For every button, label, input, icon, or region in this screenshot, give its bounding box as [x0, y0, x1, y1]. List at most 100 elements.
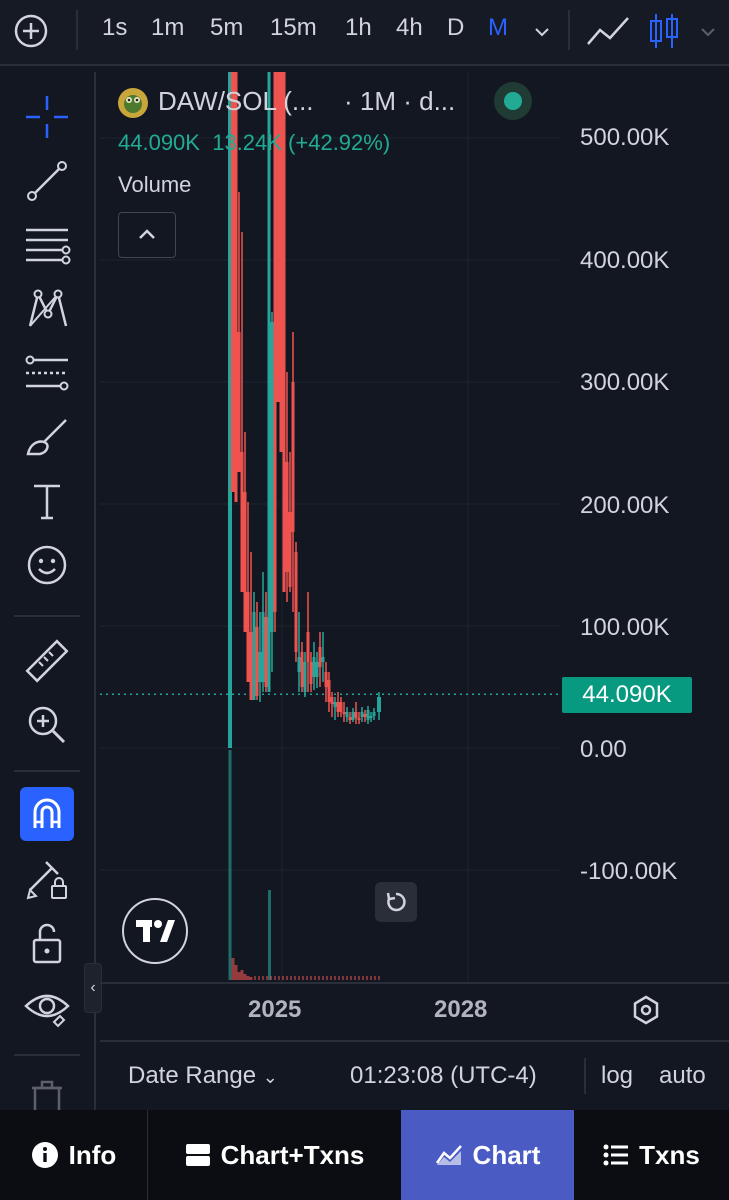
footer-divider — [584, 1058, 586, 1094]
tradingview-logo[interactable] — [122, 898, 188, 964]
legend-price: 44.090K — [118, 130, 200, 155]
volume-bar — [294, 976, 296, 980]
status-dot-icon — [504, 92, 522, 110]
date-range-button[interactable]: Date Range ⌄ — [128, 1062, 278, 1090]
toolbar-divider — [14, 615, 80, 617]
settings-icon[interactable] — [630, 994, 662, 1026]
candlestick-icon[interactable] — [648, 12, 680, 50]
eye-icon[interactable] — [22, 982, 72, 1032]
line-chart-icon[interactable] — [586, 14, 630, 48]
price-axis-label: 200.00K — [580, 492, 670, 519]
volume-bar — [234, 965, 238, 980]
tab-info[interactable]: Info — [0, 1110, 147, 1200]
fib-icon[interactable] — [22, 348, 72, 398]
tab-info-label: Info — [68, 1139, 117, 1170]
collapse-legend-button[interactable] — [118, 212, 176, 258]
interval-d[interactable]: D — [447, 14, 464, 42]
ruler-icon[interactable] — [22, 636, 72, 686]
emoji-icon[interactable] — [22, 540, 72, 590]
tab-chart-txns[interactable]: Chart+Txns — [148, 1110, 401, 1200]
candle-body — [321, 657, 325, 662]
interval-5m[interactable]: 5m — [210, 14, 243, 42]
volume-bar — [370, 976, 372, 980]
interval-1s[interactable]: 1s — [102, 14, 127, 42]
toolbar-divider — [568, 10, 570, 50]
candle-body — [327, 680, 331, 702]
auto-scale-toggle[interactable]: auto — [659, 1062, 706, 1090]
candle-body — [246, 592, 250, 682]
area-chart-icon — [435, 1145, 462, 1165]
drawing-toolbar — [0, 72, 96, 1120]
interval-m[interactable]: M — [488, 14, 508, 42]
volume-bar — [378, 976, 380, 980]
volume-bar — [350, 976, 352, 980]
candle-body — [377, 697, 381, 712]
candle-body — [252, 612, 256, 700]
volume-bar — [237, 972, 241, 980]
crosshair-icon[interactable] — [22, 92, 72, 142]
pair-title[interactable]: DAW/SOL (... — [158, 86, 314, 117]
candle-body — [270, 322, 274, 632]
brush-icon[interactable] — [22, 412, 72, 462]
frog-icon — [124, 95, 142, 113]
volume-bar — [266, 976, 268, 980]
candle-body — [249, 632, 253, 700]
volume-bar — [274, 976, 276, 980]
pattern-icon[interactable] — [22, 284, 72, 334]
tab-txns[interactable]: Txns — [574, 1110, 729, 1200]
interval-15m[interactable]: 15m — [270, 14, 317, 42]
chart-grid — [100, 72, 562, 982]
toolbar-divider — [76, 10, 78, 50]
candle-body — [294, 552, 298, 652]
candle-body — [267, 72, 271, 692]
interval-1h[interactable]: 1h — [345, 14, 372, 42]
chevron-down-icon[interactable] — [532, 22, 552, 42]
volume-bar — [302, 976, 304, 980]
price-axis-label: 0.00 — [580, 736, 627, 763]
candle-body — [336, 702, 340, 712]
clock-display[interactable]: 01:23:08 (UTC-4) — [350, 1062, 537, 1090]
chevron-down-icon: ⌄ — [262, 1067, 278, 1087]
candle-body — [312, 657, 316, 677]
candle-body — [324, 672, 328, 687]
interval-4h[interactable]: 4h — [396, 14, 423, 42]
price-axis-label: 100.00K — [580, 614, 670, 641]
trend-line-icon[interactable] — [22, 156, 72, 206]
plus-circle-icon[interactable] — [14, 14, 48, 48]
volume-bar — [322, 976, 324, 980]
info-icon — [31, 1142, 58, 1168]
log-scale-toggle[interactable]: log — [601, 1062, 633, 1090]
candle-body — [345, 712, 349, 717]
candle-body — [303, 662, 307, 692]
zoom-in-icon[interactable] — [22, 700, 72, 750]
candle-body — [360, 712, 364, 717]
candle-body — [288, 512, 292, 587]
interval-1m[interactable]: 1m — [151, 14, 184, 42]
reset-chart-button[interactable] — [375, 882, 417, 922]
chevron-up-icon — [139, 229, 155, 239]
price-chart[interactable] — [100, 72, 729, 982]
horizontal-lines-icon[interactable] — [22, 220, 72, 270]
price-axis-label: 300.00K — [580, 369, 670, 396]
volume-bar — [306, 976, 308, 980]
candle-body — [318, 647, 322, 667]
volume-bar — [374, 976, 376, 980]
unlock-icon[interactable] — [22, 918, 72, 968]
candle-body — [279, 72, 283, 452]
time-axis-label: 2028 — [434, 996, 488, 1023]
volume-bar — [243, 974, 247, 980]
token-logo — [118, 88, 148, 118]
volume-bar — [314, 976, 316, 980]
list-icon — [603, 1144, 629, 1166]
volume-bars — [228, 750, 380, 980]
tab-chart[interactable]: Chart — [401, 1110, 574, 1200]
tab-txns-label: Txns — [639, 1139, 700, 1170]
magnet-button[interactable] — [20, 787, 74, 841]
volume-bar — [298, 976, 300, 980]
text-icon[interactable] — [22, 476, 72, 526]
tradingview-icon — [136, 920, 175, 942]
lock-pencil-icon[interactable] — [22, 854, 72, 904]
price-axis-label: 500.00K — [580, 124, 670, 151]
chevron-down-icon[interactable] — [698, 22, 718, 42]
volume-bar — [290, 976, 292, 980]
